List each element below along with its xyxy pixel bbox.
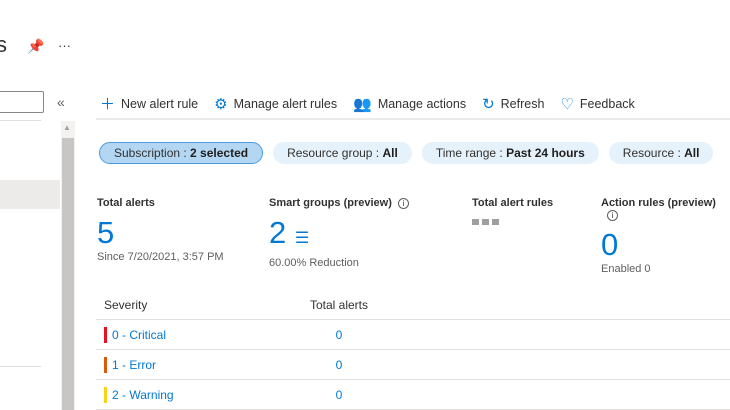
- card-sub: Since 7/20/2021, 3:57 PM: [97, 251, 224, 263]
- total-alerts-link[interactable]: 0: [276, 358, 402, 372]
- pin-icon[interactable]: 📌: [27, 38, 44, 55]
- severity-color-bar: [104, 326, 107, 343]
- total-alerts-link[interactable]: 0: [276, 388, 402, 402]
- severity-link[interactable]: 1 - Error: [112, 358, 156, 372]
- value: All: [684, 146, 700, 160]
- card-sub: 60.00% Reduction: [269, 257, 359, 269]
- value: 2 selected: [190, 146, 249, 160]
- scroll-up-arrow-icon[interactable]: ▲: [63, 123, 71, 132]
- label: Refresh: [500, 96, 545, 111]
- plus-icon: ＋: [100, 96, 116, 113]
- refresh-icon: ↻: [482, 95, 495, 113]
- toolbar: ＋ New alert rule ⚙ Manage alert rules 👥 Man…: [100, 93, 635, 114]
- card-title: Smart groups (preview): [269, 197, 392, 209]
- info-icon[interactable]: i: [397, 198, 409, 209]
- divider: [0, 120, 41, 121]
- sidebar-search-input[interactable]: [0, 91, 44, 113]
- card-value: 5: [97, 215, 115, 250]
- scrollbar-thumb[interactable]: [62, 138, 74, 410]
- label: Time range :: [435, 146, 507, 160]
- manage-actions-button[interactable]: 👥 Manage actions: [353, 95, 466, 113]
- label: Subscription :: [114, 146, 191, 160]
- total-alerts-card[interactable]: Total alerts 5 Since 7/20/2021, 3:57 PM: [97, 197, 224, 263]
- layers-icon: ☰: [294, 230, 310, 247]
- page-title: s: [0, 32, 7, 57]
- label: Resource group :: [287, 146, 383, 160]
- action-rules-card[interactable]: Action rules (preview)i 0 Enabled 0: [601, 197, 730, 275]
- card-title: Action rules (preview): [601, 197, 716, 209]
- value: All: [382, 146, 398, 160]
- label: Resource :: [622, 146, 685, 160]
- refresh-button[interactable]: ↻ Refresh: [482, 95, 544, 113]
- label: Manage actions: [377, 96, 467, 111]
- column-header-total-alerts: Total alerts: [309, 297, 369, 312]
- subscription-filter[interactable]: Subscription : 2 selected: [99, 142, 264, 164]
- severity-color-bar: [104, 386, 107, 403]
- filter-pills: Subscription : 2 selected Resource group…: [99, 142, 714, 164]
- total-alert-rules-card[interactable]: Total alert rules: [472, 197, 553, 225]
- collapse-sidebar-button[interactable]: «: [57, 94, 65, 110]
- total-alerts-link[interactable]: 0: [276, 328, 402, 342]
- resource-filter[interactable]: Resource : All: [608, 142, 714, 164]
- label: Feedback: [579, 96, 635, 111]
- heart-icon: ♡: [560, 95, 574, 113]
- column-header-severity: Severity: [104, 297, 148, 312]
- resource-group-filter[interactable]: Resource group : All: [273, 142, 412, 164]
- card-title: Total alerts: [97, 197, 155, 209]
- label: Manage alert rules: [233, 96, 338, 111]
- severity-link[interactable]: 0 - Critical: [112, 328, 166, 342]
- smart-groups-card[interactable]: Smart groups (preview) i 2 ☰ 60.00% Reduc…: [269, 197, 409, 269]
- card-sub: Enabled 0: [601, 263, 651, 275]
- people-icon: 👥: [353, 95, 372, 113]
- table-row[interactable]: 2 - Warning 0: [96, 380, 730, 410]
- card-value: 2: [269, 215, 287, 250]
- table-header: Severity Total alerts: [96, 290, 730, 320]
- table-row[interactable]: 1 - Error 0: [96, 350, 730, 380]
- new-alert-rule-button[interactable]: ＋ New alert rule: [100, 93, 198, 114]
- table-row[interactable]: 0 - Critical 0: [96, 320, 730, 350]
- divider: [0, 366, 41, 367]
- card-value: 0: [601, 227, 619, 262]
- label: New alert rule: [121, 96, 199, 111]
- gear-icon: ⚙: [214, 95, 228, 113]
- sidebar-item-selected[interactable]: [0, 180, 60, 209]
- more-options-button[interactable]: ···: [58, 38, 71, 53]
- card-title: Total alert rules: [472, 197, 554, 209]
- severity-link[interactable]: 2 - Warning: [112, 388, 174, 402]
- severity-color-bar: [104, 356, 107, 373]
- feedback-button[interactable]: ♡ Feedback: [560, 95, 634, 113]
- loading-indicator: [472, 219, 553, 225]
- manage-alert-rules-button[interactable]: ⚙ Manage alert rules: [214, 95, 337, 113]
- info-icon[interactable]: i: [607, 210, 618, 221]
- value: Past 24 hours: [506, 146, 585, 160]
- severity-table: Severity Total alerts 0 - Critical 0 1 -…: [96, 290, 730, 410]
- time-range-filter[interactable]: Time range : Past 24 hours: [421, 142, 599, 164]
- divider: [96, 118, 730, 120]
